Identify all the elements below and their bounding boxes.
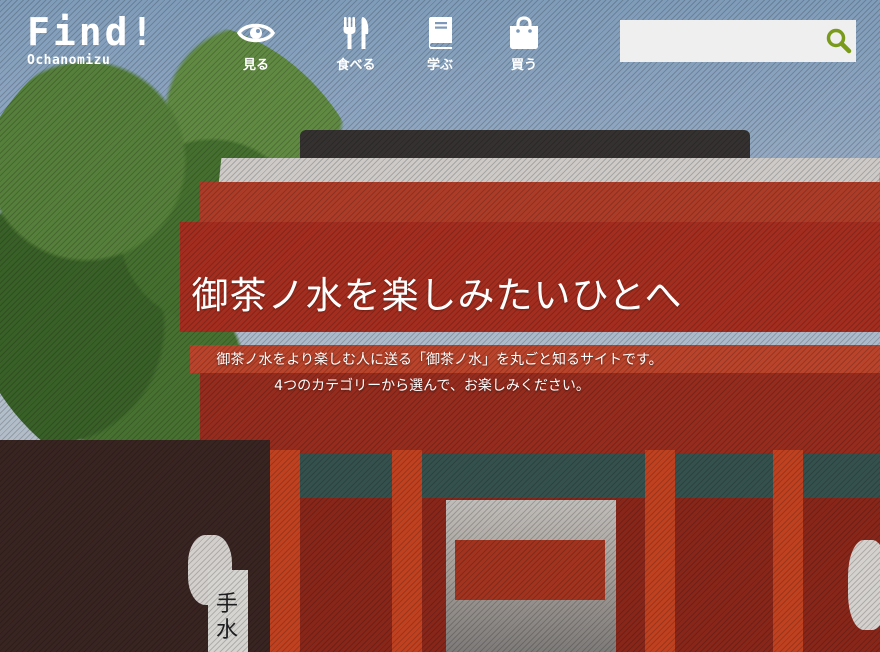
eye-icon <box>236 14 276 52</box>
nav-item-eat[interactable]: 食べる <box>314 14 398 73</box>
hero-copy: 御茶ノ水を楽しみたいひとへ 御茶ノ水をより楽しむ人に送る「御茶ノ水」を丸ごと知る… <box>0 265 880 399</box>
search-input[interactable] <box>620 20 821 62</box>
hero-description: 御茶ノ水をより楽しむ人に送る「御茶ノ水」を丸ごと知るサイトです。 4つのカテゴリ… <box>0 347 880 399</box>
nav-label: 食べる <box>336 58 376 73</box>
nav-item-buy[interactable]: 買う <box>482 14 566 73</box>
nav-label: 学ぶ <box>426 58 453 73</box>
nav-item-see[interactable]: 見る <box>230 14 282 73</box>
search-button[interactable] <box>821 20 856 62</box>
search-box <box>620 20 856 62</box>
hero-section: 手水 Find! Ochanomizu 見る <box>0 0 880 652</box>
site-logo[interactable]: Find! Ochanomizu <box>27 12 156 68</box>
nav-label: 買う <box>510 58 537 73</box>
category-nav: 見る 食べる 学ぶ 買う <box>230 14 566 73</box>
nav-label: 見る <box>242 58 269 73</box>
hero-description-line: 御茶ノ水をより楽しむ人に送る「御茶ノ水」を丸ごと知るサイトです。 <box>216 352 663 368</box>
nav-item-learn[interactable]: 学ぶ <box>398 14 482 73</box>
logo-subtitle: Ochanomizu <box>27 53 111 68</box>
book-icon <box>420 14 460 52</box>
logo-title: Find! <box>27 10 157 54</box>
fork-knife-icon <box>336 14 376 52</box>
hero-title: 御茶ノ水を楽しみたいひとへ <box>191 274 683 317</box>
search-icon <box>826 28 851 54</box>
hero-description-line: 4つのカテゴリーから選んで、お楽しみください。 <box>274 378 590 394</box>
shopping-bag-icon <box>504 14 544 52</box>
